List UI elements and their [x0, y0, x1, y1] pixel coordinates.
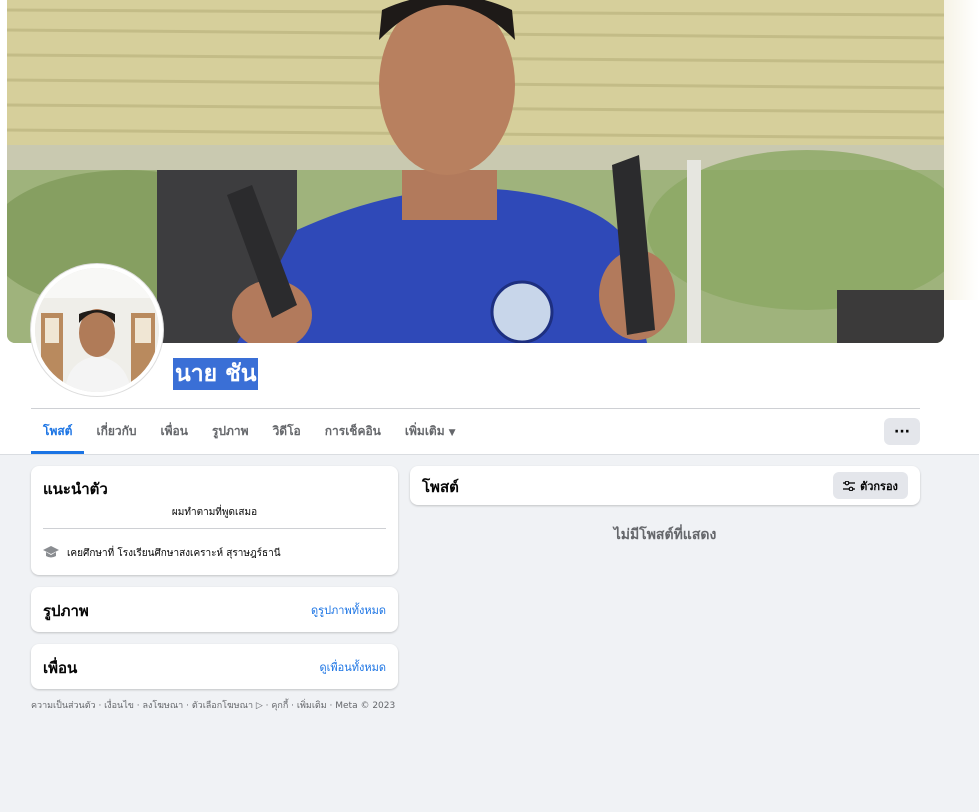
filter-button[interactable]: ตัวกรอง [833, 472, 908, 499]
photos-card: รูปภาพ ดูรูปภาพทั้งหมด [31, 587, 398, 632]
filter-icon [843, 480, 856, 491]
header-divider [31, 408, 920, 409]
tab-photos[interactable]: รูปภาพ [200, 410, 261, 454]
intro-bio: ผมทำตามที่พูดเสมอ [171, 507, 258, 518]
tab-more[interactable]: เพิ่มเติม ▼ [393, 410, 468, 454]
intro-title: แนะนำตัว [43, 480, 108, 498]
posts-title: โพสต์ [422, 478, 459, 496]
profile-name: นาย ชัน [173, 358, 259, 390]
graduation-cap-icon [43, 546, 59, 558]
profile-avatar[interactable] [31, 264, 163, 396]
posts-card: โพสต์ ตัวกรอง [410, 466, 920, 505]
intro-card: แนะนำตัว ผมทำตามที่พูดเสมอ เคยศึกษาที่ โ… [31, 466, 398, 575]
caret-down-icon: ▼ [448, 428, 456, 438]
tab-videos[interactable]: วิดีโอ [261, 410, 313, 454]
footer-links[interactable]: ความเป็นส่วนตัว · เงื่อนไข · ลงโฆษณา · ต… [31, 698, 395, 712]
tab-friends[interactable]: เพื่อน [149, 410, 200, 454]
tab-posts[interactable]: โพสต์ [31, 410, 85, 454]
no-posts-message: ไม่มีโพสต์ที่แสดง [613, 527, 717, 543]
more-options-button[interactable]: ··· [884, 418, 920, 445]
filter-label: ตัวกรอง [860, 479, 898, 493]
friends-card: เพื่อน ดูเพื่อนทั้งหมด [31, 644, 398, 689]
tab-more-label: เพิ่มเติม [404, 424, 445, 438]
see-all-friends-link[interactable]: ดูเพื่อนทั้งหมด [319, 658, 386, 676]
profile-tabs: โพสต์ เกี่ยวกับ เพื่อน รูปภาพ วิดีโอ การ… [31, 410, 468, 454]
tab-checkins[interactable]: การเช็คอิน [313, 410, 393, 454]
photos-title: รูปภาพ [43, 602, 89, 620]
intro-education: เคยศึกษาที่ โรงเรียนศึกษาสงเคราะห์ สุราษ… [67, 548, 281, 559]
intro-divider [43, 528, 386, 529]
side-fade [944, 0, 979, 300]
tab-about[interactable]: เกี่ยวกับ [84, 410, 148, 454]
see-all-photos-link[interactable]: ดูรูปภาพทั้งหมด [311, 601, 386, 619]
friends-title: เพื่อน [43, 659, 78, 677]
